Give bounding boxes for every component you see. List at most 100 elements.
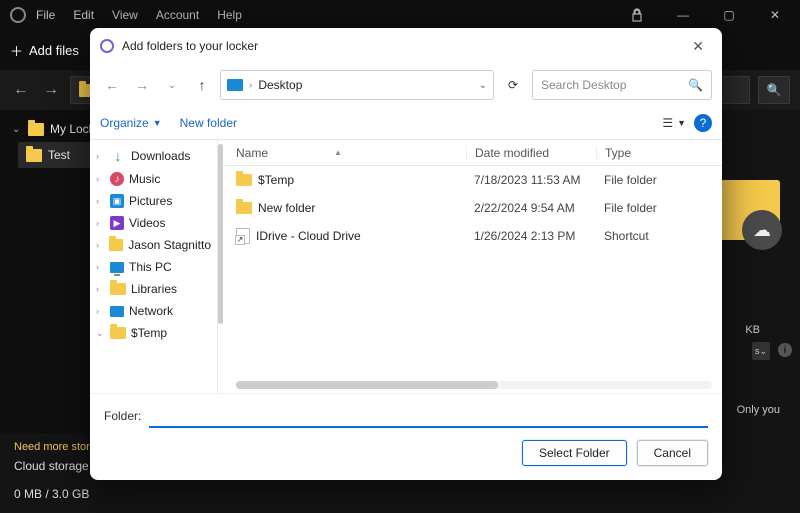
folder-icon bbox=[109, 239, 123, 251]
chevron-right-icon: › bbox=[249, 80, 252, 91]
expand-icon: › bbox=[96, 284, 105, 294]
collapse-icon: ⌄ bbox=[12, 124, 22, 135]
plus-icon: ＋ bbox=[10, 41, 23, 60]
location-bar[interactable]: › Desktop ⌄ bbox=[220, 70, 494, 100]
net-icon bbox=[110, 306, 124, 317]
column-type[interactable]: Type bbox=[596, 146, 722, 160]
organize-menu[interactable]: Organize ▼ bbox=[100, 116, 162, 130]
search-placeholder: Search Desktop bbox=[541, 78, 626, 92]
dialog-file-list: Name▲ Date modified Type $Temp7/18/2023 … bbox=[218, 140, 722, 393]
nav-back-button[interactable]: ← bbox=[100, 73, 124, 97]
menu-help[interactable]: Help bbox=[217, 8, 242, 22]
list-row[interactable]: IDrive - Cloud Drive1/26/2024 2:13 PMSho… bbox=[218, 222, 722, 250]
tree-item[interactable]: › Libraries bbox=[90, 278, 217, 300]
vid-icon: ▶ bbox=[110, 216, 124, 230]
tree-item[interactable]: ›♪Music bbox=[90, 168, 217, 190]
tree-label: This PC bbox=[129, 260, 172, 274]
tree-label: Network bbox=[129, 304, 173, 318]
location-text: Desktop bbox=[258, 78, 302, 92]
search-icon: 🔍 bbox=[688, 78, 703, 92]
list-row[interactable]: $Temp7/18/2023 11:53 AMFile folder bbox=[218, 166, 722, 194]
help-button[interactable]: ? bbox=[694, 114, 712, 132]
app-logo-icon bbox=[10, 7, 26, 23]
menu-file[interactable]: File bbox=[36, 8, 55, 22]
sort-dropdown[interactable]: s ⌄ bbox=[752, 342, 770, 360]
dialog-toolbar: Organize ▼ New folder ☰ ▼ ? bbox=[90, 106, 722, 140]
search-button[interactable]: 🔍 bbox=[758, 76, 790, 104]
expand-icon: › bbox=[96, 196, 105, 206]
add-files-label: Add files bbox=[29, 43, 79, 58]
expand-icon: ⌄ bbox=[96, 328, 105, 339]
tree-label: Music bbox=[129, 172, 160, 186]
scrollbar[interactable] bbox=[218, 144, 223, 324]
chevron-down-icon: ▼ bbox=[153, 118, 162, 128]
column-date[interactable]: Date modified bbox=[466, 146, 596, 160]
nav-up-button[interactable]: ↑ bbox=[190, 73, 214, 97]
file-name: $Temp bbox=[258, 173, 294, 187]
search-input[interactable]: Search Desktop 🔍 bbox=[532, 70, 712, 100]
tree-label: Videos bbox=[129, 216, 165, 230]
file-type: File folder bbox=[596, 201, 722, 215]
file-type: File folder bbox=[596, 173, 722, 187]
tree-item[interactable]: ›This PC bbox=[90, 256, 217, 278]
expand-icon: › bbox=[96, 306, 105, 316]
folder-icon bbox=[110, 283, 126, 295]
horizontal-scrollbar[interactable] bbox=[236, 381, 712, 389]
tree-item[interactable]: ⌄ $Temp bbox=[90, 322, 217, 344]
expand-icon: › bbox=[96, 151, 105, 161]
tree-item[interactable]: › ↓ Downloads bbox=[90, 144, 217, 168]
cloud-status-icon: ☁ bbox=[742, 210, 782, 250]
nav-forward-button[interactable]: → bbox=[130, 73, 154, 97]
visibility-label: Only you bbox=[737, 404, 780, 416]
pic-icon: ▣ bbox=[110, 194, 124, 208]
tree-item[interactable]: ›▶Videos bbox=[90, 212, 217, 234]
chevron-down-icon: ▼ bbox=[677, 118, 686, 128]
desktop-icon bbox=[227, 79, 243, 91]
file-name: IDrive - Cloud Drive bbox=[256, 229, 361, 243]
folder-input[interactable] bbox=[149, 404, 708, 428]
chevron-down-icon[interactable]: ⌄ bbox=[479, 80, 487, 91]
pc-icon bbox=[110, 262, 124, 273]
folder-picker-dialog: Add folders to your locker ✕ ← → ⌄ ↑ › D… bbox=[90, 28, 722, 480]
lock-icon[interactable] bbox=[616, 1, 658, 29]
view-menu[interactable]: ☰ ▼ bbox=[662, 116, 686, 130]
list-row[interactable]: New folder2/22/2024 9:54 AMFile folder bbox=[218, 194, 722, 222]
menu-account[interactable]: Account bbox=[156, 8, 199, 22]
cancel-button[interactable]: Cancel bbox=[637, 440, 708, 466]
refresh-button[interactable]: ⟳ bbox=[500, 72, 526, 98]
dialog-nav: ← → ⌄ ↑ › Desktop ⌄ ⟳ Search Desktop 🔍 bbox=[90, 64, 722, 106]
tree-item[interactable]: ›Jason Stagnitto bbox=[90, 234, 217, 256]
close-button[interactable]: ✕ bbox=[754, 1, 796, 29]
file-date: 1/26/2024 2:13 PM bbox=[466, 229, 596, 243]
add-files-button[interactable]: ＋ Add files bbox=[10, 41, 79, 60]
tree-label: Libraries bbox=[131, 282, 177, 296]
folder-icon bbox=[26, 149, 42, 162]
folder-icon bbox=[28, 123, 44, 136]
maximize-button[interactable]: ▢ bbox=[708, 1, 750, 29]
size-label: KB bbox=[745, 324, 760, 336]
tree-item[interactable]: ›▣Pictures bbox=[90, 190, 217, 212]
nav-back-icon[interactable]: ← bbox=[10, 81, 32, 99]
storage-meter: 0 MB / 3.0 GB bbox=[14, 487, 786, 501]
info-icon[interactable]: i bbox=[778, 343, 792, 357]
nav-forward-icon[interactable]: → bbox=[40, 81, 62, 99]
folder-icon bbox=[236, 174, 252, 186]
tree-label: $Temp bbox=[131, 326, 167, 340]
file-name: New folder bbox=[258, 201, 315, 215]
new-folder-button[interactable]: New folder bbox=[180, 116, 237, 130]
column-name[interactable]: Name▲ bbox=[236, 146, 466, 160]
select-folder-button[interactable]: Select Folder bbox=[522, 440, 627, 466]
menu-view[interactable]: View bbox=[112, 8, 138, 22]
list-view-icon: ☰ bbox=[662, 116, 673, 130]
organize-label: Organize bbox=[100, 116, 149, 130]
tree-item[interactable]: › Network bbox=[90, 300, 217, 322]
tree-label: Downloads bbox=[131, 149, 190, 163]
menu-edit[interactable]: Edit bbox=[73, 8, 94, 22]
folder-label: Folder: bbox=[104, 409, 141, 423]
minimize-button[interactable]: — bbox=[662, 1, 704, 29]
nav-recent-button[interactable]: ⌄ bbox=[160, 73, 184, 97]
dl-icon: ↓ bbox=[110, 148, 126, 164]
expand-icon: › bbox=[96, 174, 105, 184]
dialog-close-button[interactable]: ✕ bbox=[684, 34, 712, 59]
app-menu: File Edit View Account Help bbox=[36, 8, 242, 22]
